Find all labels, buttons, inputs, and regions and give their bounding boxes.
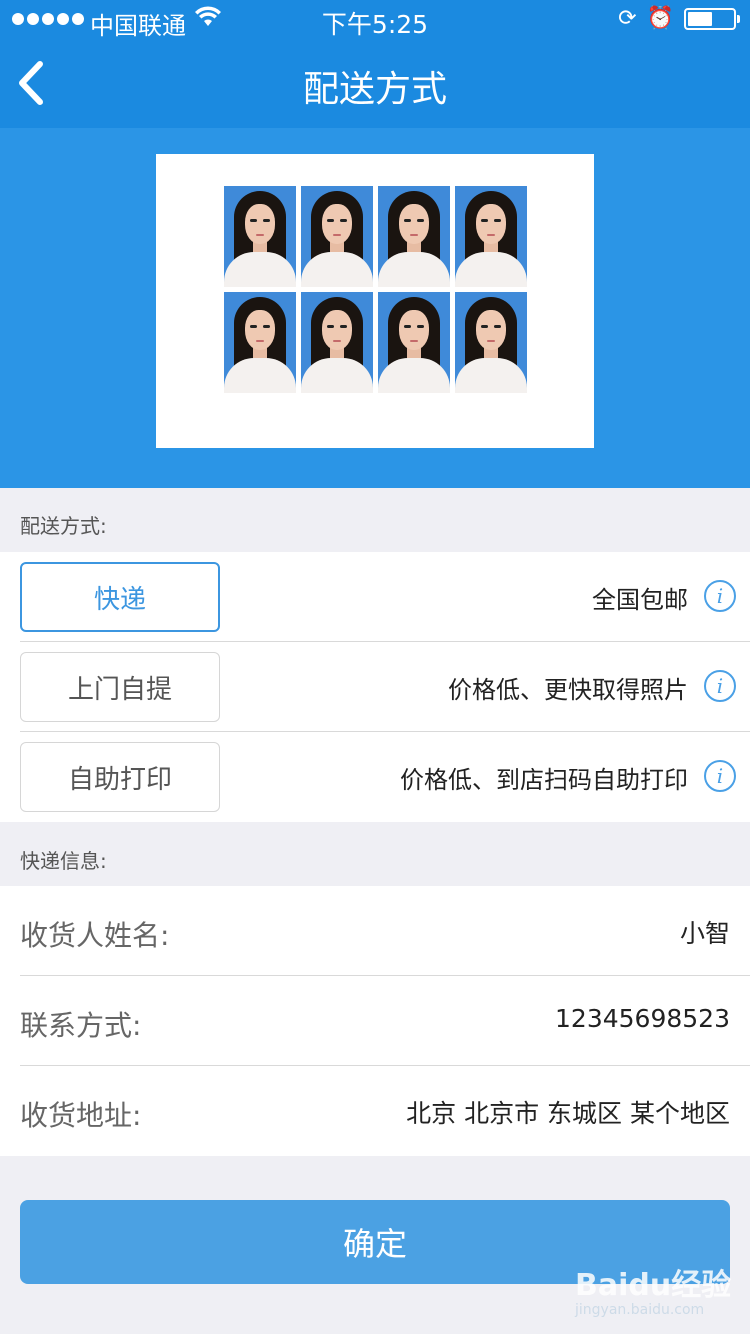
contact-label: 联系方式:	[20, 1009, 142, 1042]
info-icon[interactable]: i	[704, 670, 736, 702]
top-bar: 中国联通 下午5:25 ⟳ ⏰ 配送方式	[0, 0, 750, 128]
address-value[interactable]: 北京 北京市 东城区 某个地区	[406, 1094, 730, 1130]
delivery-option-desc: 价格低、到店扫码自助打印	[400, 766, 688, 794]
watermark-brand: Baidu经验	[575, 1268, 732, 1303]
recipient-name-value[interactable]: 小智	[680, 914, 730, 950]
info-icon[interactable]: i	[704, 760, 736, 792]
status-icons: ⟳ ⏰	[618, 6, 740, 31]
id-photo	[455, 292, 527, 393]
info-icon[interactable]: i	[704, 580, 736, 612]
id-photo	[455, 186, 527, 287]
battery-fill	[688, 12, 712, 26]
id-photo	[224, 186, 296, 287]
id-photo	[378, 292, 450, 393]
baidu-jingyan-watermark: Baidu经验 jingyan.baidu.com	[575, 1260, 731, 1318]
recipient-name-label: 收货人姓名:	[20, 919, 170, 952]
delivery-option-row: 自助打印 价格低、到店扫码自助打印 i	[0, 732, 750, 822]
photo-preview-area	[0, 128, 750, 488]
id-photo	[224, 292, 296, 393]
address-row[interactable]: 收货地址: 北京 北京市 东城区 某个地区	[0, 1066, 750, 1156]
delivery-option-desc: 全国包邮	[592, 586, 688, 614]
id-photo	[301, 292, 373, 393]
delivery-option-row: 快递 全国包邮 i	[0, 552, 750, 642]
alarm-icon: ⏰	[646, 6, 674, 31]
rotation-lock-icon: ⟳	[618, 6, 637, 31]
address-label: 收货地址:	[20, 1099, 142, 1132]
delivery-options: 快递 全国包邮 i 上门自提 价格低、更快取得照片 i 自助打印 价格低、到店扫…	[0, 552, 750, 822]
contact-value[interactable]: 12345698523	[555, 1004, 730, 1033]
express-info-form: 收货人姓名: 小智 联系方式: 12345698523 收货地址: 北京 北京市…	[0, 886, 750, 1156]
id-photo	[378, 186, 450, 287]
watermark-url: jingyan.baidu.com	[575, 1302, 705, 1318]
page-title: 配送方式	[302, 69, 447, 110]
delivery-option-desc: 价格低、更快取得照片	[448, 676, 688, 704]
delivery-section-label: 配送方式:	[20, 514, 107, 538]
delivery-option-self-print[interactable]: 自助打印	[20, 742, 220, 812]
recipient-name-row[interactable]: 收货人姓名: 小智	[0, 886, 750, 976]
delivery-option-row: 上门自提 价格低、更快取得照片 i	[0, 642, 750, 732]
contact-row[interactable]: 联系方式: 12345698523	[0, 976, 750, 1066]
delivery-option-express[interactable]: 快递	[20, 562, 220, 632]
status-bar: 中国联通 下午5:25 ⟳ ⏰	[0, 0, 750, 40]
photo-sheet	[156, 154, 594, 448]
photo-grid	[224, 186, 527, 393]
id-photo	[301, 186, 373, 287]
delivery-option-pickup[interactable]: 上门自提	[20, 652, 220, 722]
battery-icon	[684, 8, 740, 30]
express-section-label: 快递信息:	[20, 849, 107, 873]
